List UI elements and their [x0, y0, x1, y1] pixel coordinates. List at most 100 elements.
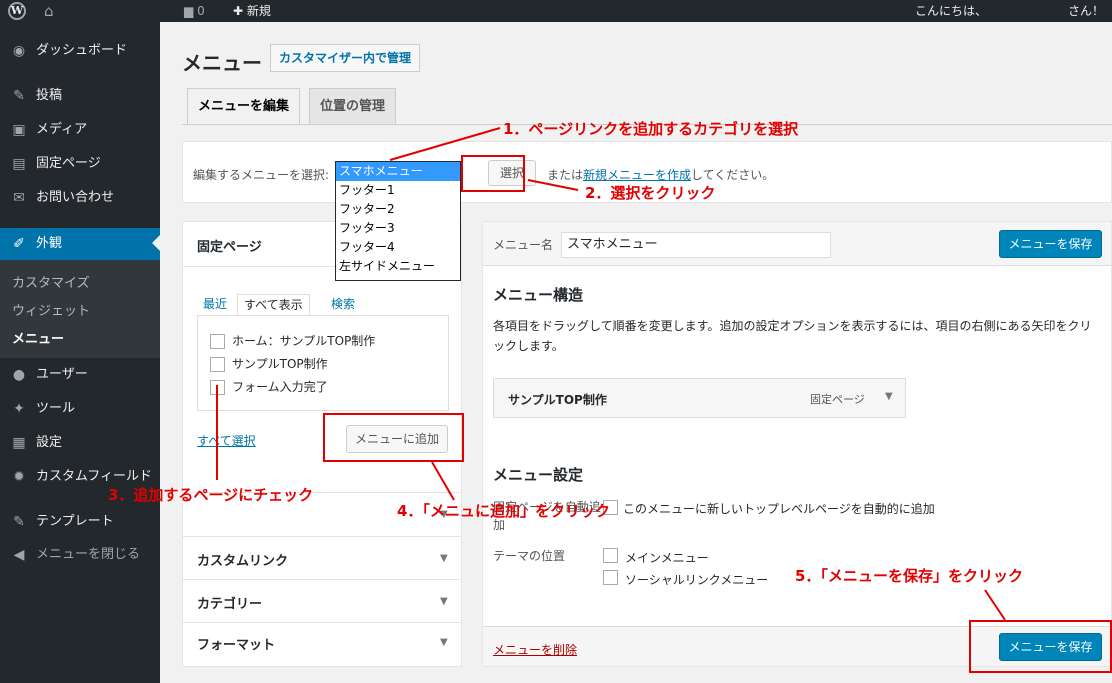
highlight-save-button [969, 620, 1112, 673]
create-menu-text: または新規メニューを作成してください。 [547, 168, 775, 182]
divider [183, 536, 461, 537]
sidebar-item-label: 固定ページ [36, 156, 101, 171]
collapse-label: メニューを閉じる [36, 547, 141, 562]
sidebar-item-users[interactable]: ● ユーザー [0, 360, 160, 390]
sidebar-item-appearance[interactable]: ✐ 外観 [0, 228, 160, 260]
theme-location-label: テーマの位置 [493, 549, 566, 563]
comments-link[interactable]: ▆ 0 [184, 0, 205, 22]
chevron-down-icon[interactable]: ▼ [440, 637, 448, 648]
home-icon[interactable]: ⌂ [44, 0, 54, 22]
pages-section-title[interactable]: 固定ページ [197, 236, 262, 255]
chevron-down-icon[interactable]: ▼ [885, 391, 893, 402]
select-all-link[interactable]: すべて選択 [197, 432, 256, 449]
sidebar-item-label: 設定 [36, 435, 63, 450]
highlight-add-button [323, 413, 464, 462]
submenu-item-menus[interactable]: メニュー [12, 328, 64, 347]
sidebar-item-media[interactable]: ▣ メディア [0, 115, 160, 145]
sidebar-item-tools[interactable]: ✦ ツール [0, 394, 160, 424]
location-main-label: メインメニュー [625, 551, 709, 565]
comments-count: 0 [197, 4, 205, 18]
page-label: フォーム入力完了 [232, 380, 328, 394]
sidebar-item-posts[interactable]: ✎ 投稿 [0, 81, 160, 111]
admin-bar: W ⌂ ▆ 0 ✚ 新規 こんにちは、 さん！ [0, 0, 1112, 22]
sidebar-item-label: ダッシュボード [36, 43, 128, 58]
wrench-icon: ✦ [13, 401, 25, 417]
sidebar-item-contact[interactable]: ✉ お問い合わせ [0, 183, 160, 213]
tab-search[interactable]: 検索 [325, 294, 361, 316]
tab-most-recent[interactable]: 最近 [197, 294, 233, 316]
page-title: メニュー [182, 51, 262, 75]
menu-option[interactable]: フッター2 [336, 200, 460, 219]
page-checkbox[interactable] [210, 334, 225, 349]
envelope-icon: ✉ [13, 190, 25, 206]
save-menu-button-top[interactable]: メニューを保存 [999, 230, 1102, 258]
tab-manage-locations[interactable]: 位置の管理 [309, 88, 397, 124]
submenu-item-widgets[interactable]: ウィジェット [12, 300, 90, 319]
accordion-format[interactable]: フォーマット [197, 634, 275, 653]
menu-structure-description: 各項目をドラッグして順番を変更します。追加の設定オプションを表示するには、項目の… [493, 319, 1092, 353]
chevron-down-icon[interactable]: ▼ [440, 596, 448, 607]
menu-select-dropdown[interactable]: スマホメニュー フッター1 フッター2 フッター3 フッター4 左サイドメニュー [335, 161, 461, 281]
annotation-step2: 2．選択をクリック [585, 184, 716, 202]
sidebar-item-templates[interactable]: ✎ テンプレート [0, 507, 160, 537]
manage-in-customizer-button[interactable]: カスタマイザー内で管理 [270, 44, 421, 72]
pencil-icon: ✎ [13, 514, 25, 530]
menu-option[interactable]: スマホメニュー [336, 162, 460, 181]
page-label: ホーム：サンプルTOP制作 [232, 334, 376, 348]
menu-structure-title: メニュー構造 [493, 286, 584, 304]
annotation-step4: 4．「メニュに追加」をクリック [397, 502, 610, 520]
annotation-step1: 1．ページリンクを追加するカテゴリを選択 [503, 120, 799, 138]
greeting-suffix[interactable]: さん！ [1068, 0, 1104, 22]
user-icon: ● [12, 367, 26, 383]
collapse-arrow-icon: ◀ [13, 547, 25, 563]
new-content-link[interactable]: ✚ 新規 [233, 0, 271, 22]
divider [183, 579, 461, 580]
page-checkbox[interactable] [210, 380, 225, 395]
page-checkbox[interactable] [210, 357, 225, 372]
paintbrush-icon: ✐ [13, 236, 25, 252]
settings-sliders-icon: ▦ [12, 435, 26, 451]
list-item[interactable]: サンプルTOP制作 [210, 357, 450, 373]
menu-header: メニュー名 スマホメニュー メニューを保存 [483, 222, 1111, 266]
media-icon: ▣ [12, 122, 26, 138]
create-new-menu-link[interactable]: 新規メニューを作成 [583, 168, 691, 182]
accordion-format-row[interactable]: フォーマット ▼ [182, 623, 462, 667]
sidebar-item-label: ツール [36, 401, 76, 416]
admin-sidebar: ◉ ダッシュボード ✎ 投稿 ▣ メディア ▤ 固定ページ ✉ お問い合わせ ✐… [0, 22, 160, 683]
menu-option[interactable]: 左サイドメニュー [336, 257, 460, 276]
sidebar-item-label: ユーザー [36, 367, 88, 382]
collapse-menu-button[interactable]: ◀ メニューを閉じる [0, 540, 160, 570]
sidebar-item-label: 投稿 [36, 88, 63, 103]
menu-name-input[interactable]: スマホメニュー [561, 232, 831, 258]
accordion-categories[interactable]: カテゴリー [197, 593, 262, 612]
comment-bubble-icon: ▆ [184, 4, 194, 18]
tab-edit-menus[interactable]: メニューを編集 [187, 88, 301, 125]
submenu-item-customize[interactable]: カスタマイズ [12, 272, 90, 291]
tab-view-all[interactable]: すべて表示 [237, 294, 310, 316]
accordion-custom-links[interactable]: カスタムリンク [197, 550, 288, 569]
dashboard-icon: ◉ [12, 43, 26, 59]
wordpress-logo-icon[interactable]: W [8, 2, 26, 20]
sidebar-item-pages[interactable]: ▤ 固定ページ [0, 149, 160, 179]
page-label: サンプルTOP制作 [232, 357, 328, 371]
annotation-step3: 3．追加するページにチェック [108, 486, 314, 504]
menu-item-title: サンプルTOP制作 [508, 393, 607, 407]
delete-menu-link[interactable]: メニューを削除 [493, 641, 577, 658]
sidebar-item-settings[interactable]: ▦ 設定 [0, 428, 160, 458]
pages-checklist: ホーム：サンプルTOP制作 サンプルTOP制作 フォーム入力完了 [197, 315, 449, 411]
select-menu-label: 編集するメニューを選択: [193, 168, 330, 182]
location-main-checkbox[interactable] [603, 548, 618, 563]
menu-option[interactable]: フッター1 [336, 181, 460, 200]
sidebar-item-dashboard[interactable]: ◉ ダッシュボード [0, 36, 160, 66]
list-item[interactable]: フォーム入力完了 [210, 380, 450, 396]
greeting-text[interactable]: こんにちは、 [915, 0, 987, 22]
location-social-checkbox[interactable] [603, 570, 618, 585]
menu-item[interactable]: サンプルTOP制作 固定ページ ▼ [493, 378, 906, 418]
list-item[interactable]: ホーム：サンプルTOP制作 [210, 334, 450, 350]
chevron-down-icon[interactable]: ▼ [440, 553, 448, 564]
new-label: 新規 [246, 4, 271, 18]
sidebar-item-label: メディア [36, 122, 88, 137]
menu-option[interactable]: フッター3 [336, 219, 460, 238]
sidebar-item-label: 外観 [36, 236, 63, 251]
menu-option[interactable]: フッター4 [336, 238, 460, 257]
